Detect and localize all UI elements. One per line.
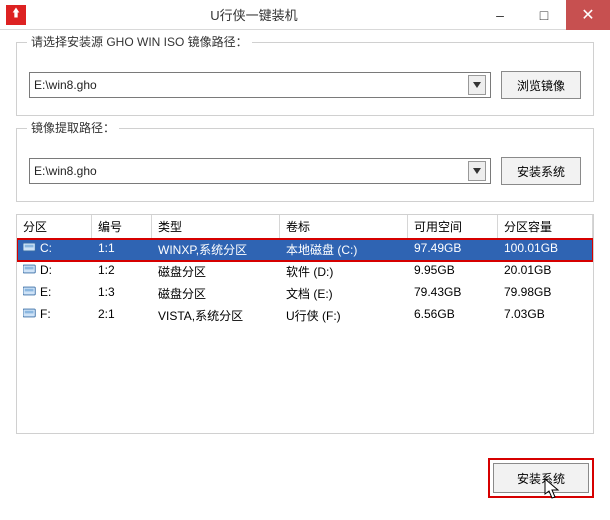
chevron-down-icon[interactable] [468,161,486,181]
cell-free: 9.95GB [408,261,498,283]
cell-number: 1:3 [92,283,152,305]
cell-capacity: 100.01GB [498,239,593,261]
cell-number: 1:2 [92,261,152,283]
cell-partition: D: [40,263,52,277]
source-group-label: 请选择安装源 GHO WIN ISO 镜像路径： [27,33,252,50]
source-path-combo[interactable]: E:\win8.gho [29,72,491,98]
cell-partition: C: [40,241,52,255]
header-number[interactable]: 编号 [92,215,152,239]
content-area: 请选择安装源 GHO WIN ISO 镜像路径： E:\win8.gho 浏览镜… [0,30,610,444]
extract-path-combo[interactable]: E:\win8.gho [29,158,491,184]
extract-group-label: 镜像提取路径： [27,119,119,136]
disk-icon [23,285,37,296]
cell-free: 97.49GB [408,239,498,261]
table-header: 分区 编号 类型 卷标 可用空间 分区容量 [17,215,593,239]
header-free[interactable]: 可用空间 [408,215,498,239]
cell-label: 文档 (E:) [280,283,408,305]
minimize-button[interactable]: – [478,0,522,30]
table-row[interactable]: F: 2:1VISTA,系统分区U行侠 (F:)6.56GB7.03GB [17,305,593,327]
cell-free: 79.43GB [408,283,498,305]
cell-type: 磁盘分区 [152,261,280,283]
cell-capacity: 79.98GB [498,283,593,305]
maximize-button[interactable]: □ [522,0,566,30]
window-buttons: – □ ✕ [478,0,610,30]
window-title: U行侠一键装机 [30,5,478,24]
install-system-button-top[interactable]: 安装系统 [501,157,581,185]
cell-partition: E: [40,285,51,299]
disk-icon [23,263,37,274]
chevron-down-icon[interactable] [468,75,486,95]
app-icon [2,1,30,29]
disk-icon [23,307,37,318]
header-capacity[interactable]: 分区容量 [498,215,593,239]
extract-group: 镜像提取路径： E:\win8.gho 安装系统 [16,128,594,202]
header-type[interactable]: 类型 [152,215,280,239]
cell-number: 1:1 [92,239,152,261]
cell-label: 本地磁盘 (C:) [280,239,408,261]
footer: 安装系统 [0,444,610,512]
header-label[interactable]: 卷标 [280,215,408,239]
table-row[interactable]: E: 1:3磁盘分区文档 (E:)79.43GB79.98GB [17,283,593,305]
install-highlight: 安装系统 [488,458,594,498]
cell-label: 软件 (D:) [280,261,408,283]
table-row[interactable]: D: 1:2磁盘分区软件 (D:)9.95GB20.01GB [17,261,593,283]
install-system-button[interactable]: 安装系统 [493,463,589,493]
table-body: C:1:1WINXP,系统分区本地磁盘 (C:)97.49GB100.01GBD… [17,239,593,327]
table-row[interactable]: C: 1:1WINXP,系统分区本地磁盘 (C:)97.49GB100.01GB [17,239,593,261]
header-partition[interactable]: 分区 [17,215,92,239]
title-bar: U行侠一键装机 – □ ✕ [0,0,610,30]
cell-label: U行侠 (F:) [280,305,408,327]
cell-capacity: 7.03GB [498,305,593,327]
cell-number: 2:1 [92,305,152,327]
cell-type: 磁盘分区 [152,283,280,305]
cell-partition: F: [40,307,51,321]
source-path-value: E:\win8.gho [34,78,468,92]
disk-icon [23,241,37,252]
cell-type: WINXP,系统分区 [152,239,280,261]
cell-type: VISTA,系统分区 [152,305,280,327]
source-group: 请选择安装源 GHO WIN ISO 镜像路径： E:\win8.gho 浏览镜… [16,42,594,116]
browse-image-button[interactable]: 浏览镜像 [501,71,581,99]
partition-table: 分区 编号 类型 卷标 可用空间 分区容量 C: 1:1WINXP,系统分区本地磁… [16,214,594,434]
extract-path-value: E:\win8.gho [34,164,468,178]
close-button[interactable]: ✕ [566,0,610,30]
cell-free: 6.56GB [408,305,498,327]
cell-capacity: 20.01GB [498,261,593,283]
